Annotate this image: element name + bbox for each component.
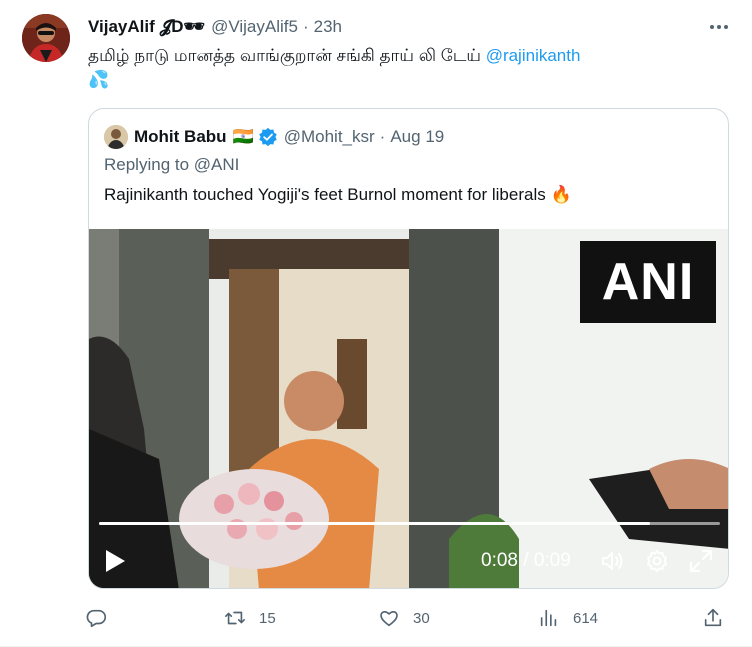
author-name-text[interactable]: VijayAlif (88, 17, 155, 36)
tweet-text: தமிழ் நாடு மானத்த வாங்குறான் சங்கி தாய் … (88, 44, 728, 92)
views-icon (540, 609, 557, 627)
author-name-suffix: 𝓙D🕶 (154, 17, 206, 36)
separator-dot: · (302, 17, 309, 36)
tweet-body: தமிழ் நாடு மானத்த வாங்குறான் சங்கி தாய் … (88, 46, 486, 65)
settings-icon[interactable] (644, 548, 670, 574)
video-progress-track[interactable] (99, 522, 720, 525)
retweet-count: 15 (259, 609, 276, 627)
tweet-time[interactable]: 23h (314, 17, 342, 37)
quote-separator-dot: · (379, 127, 386, 146)
author-avatar[interactable] (22, 14, 70, 62)
tweet-actions: 15 30 614 (86, 604, 732, 632)
like-icon (380, 610, 398, 627)
quote-avatar[interactable] (104, 125, 128, 149)
tweet[interactable]: VijayAlif 𝓙D🕶 @VijayAlif5 · 23h தமிழ் நா… (0, 0, 752, 647)
view-count: 614 (573, 609, 599, 627)
video-time: 0:08 / 0:09 (481, 550, 571, 571)
video-player[interactable]: ANI 0:08 / 0:09 (89, 229, 728, 588)
tweet-emoji: 💦 (88, 70, 110, 89)
quote-date[interactable]: Aug 19 (390, 127, 444, 147)
quote-author-name[interactable]: Mohit Babu (134, 127, 227, 147)
quote-avatar-image (104, 125, 128, 149)
quoted-tweet[interactable]: Mohit Babu 🇮🇳 @Mohit_ksr · Aug 19 Replyi… (88, 108, 729, 589)
video-progress-fill (99, 522, 651, 525)
volume-icon[interactable] (599, 548, 625, 574)
retweet-icon (225, 611, 245, 625)
views-button[interactable]: 614 (538, 604, 598, 632)
share-icon (704, 608, 722, 627)
quote-header: Mohit Babu 🇮🇳 @Mohit_ksr · Aug 19 (104, 125, 444, 149)
author-handle[interactable]: @VijayAlif5 (211, 17, 298, 37)
share-button[interactable] (702, 604, 724, 632)
retweet-button[interactable]: 15 (224, 604, 276, 632)
flag-emoji: 🇮🇳 (232, 127, 254, 146)
tweet-header: VijayAlif 𝓙D🕶 @VijayAlif5 · 23h (88, 16, 732, 38)
play-icon[interactable] (101, 547, 129, 575)
avatar-image (22, 14, 70, 62)
ani-watermark: ANI (580, 241, 716, 323)
author-name[interactable]: VijayAlif 𝓙D🕶 (88, 17, 205, 37)
fullscreen-icon[interactable] (688, 548, 714, 574)
like-button[interactable]: 30 (378, 604, 430, 632)
quote-text: Rajinikanth touched Yogiji's feet Burnol… (104, 185, 572, 204)
reply-icon (86, 609, 107, 628)
replying-to[interactable]: Replying to @ANI (104, 155, 239, 175)
reply-button[interactable] (86, 604, 121, 632)
more-icon[interactable] (708, 18, 730, 36)
quote-author-handle[interactable]: @Mohit_ksr (284, 127, 375, 147)
mention-link[interactable]: @rajinikanth (486, 46, 581, 65)
verified-badge-icon (258, 127, 277, 147)
like-count: 30 (413, 609, 430, 627)
